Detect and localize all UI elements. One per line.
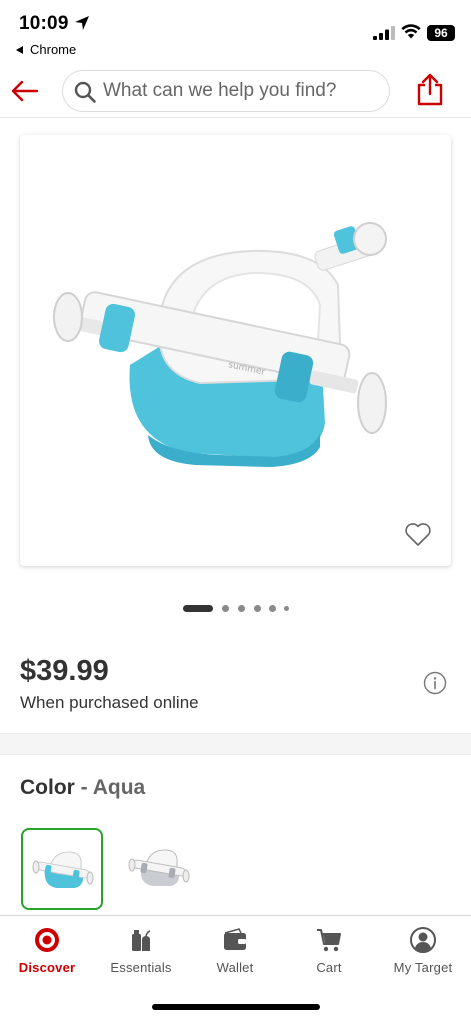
share-icon[interactable] xyxy=(415,72,445,106)
carousel-dot xyxy=(269,605,276,612)
product-image-card[interactable]: summer xyxy=(20,135,451,566)
cart-icon xyxy=(317,929,341,952)
price-note: When purchased online xyxy=(20,693,199,712)
account-icon xyxy=(410,927,436,953)
info-icon[interactable] xyxy=(423,671,447,695)
search-header xyxy=(0,64,471,118)
nav-label-discover: Discover xyxy=(18,960,76,975)
battery-indicator: 96 xyxy=(427,25,455,41)
color-label: Color xyxy=(20,776,75,799)
back-arrow-icon[interactable] xyxy=(10,76,40,106)
nav-discover[interactable]: Discover xyxy=(0,926,94,982)
color-swatch-aqua[interactable] xyxy=(21,828,103,910)
color-separator: - xyxy=(74,776,93,799)
nav-label-essentials: Essentials xyxy=(110,960,172,975)
nav-wallet[interactable]: Wallet xyxy=(188,926,282,982)
status-bar: 10:09 Chrome 96 xyxy=(0,0,471,64)
status-time: 10:09 xyxy=(19,13,69,34)
carousel-dot xyxy=(238,605,245,612)
nav-my-target[interactable]: My Target xyxy=(376,926,470,982)
carousel-dot-active xyxy=(183,605,213,612)
nav-label-wallet: Wallet xyxy=(216,960,254,975)
section-divider xyxy=(0,733,471,755)
wifi-icon xyxy=(401,24,421,39)
nav-label-my-target: My Target xyxy=(393,960,453,975)
search-input[interactable] xyxy=(103,71,383,111)
image-carousel-indicator[interactable] xyxy=(0,604,471,614)
nav-cart[interactable]: Cart xyxy=(282,926,376,982)
back-to-app-link[interactable]: Chrome xyxy=(16,42,76,57)
bottom-navigation: Discover Essentials Wallet Cart My Targe… xyxy=(0,915,471,1020)
target-bullseye-icon xyxy=(35,928,59,952)
favorite-heart-icon[interactable] xyxy=(404,521,432,547)
carousel-dot xyxy=(222,605,229,612)
nav-essentials[interactable]: Essentials xyxy=(94,926,188,982)
color-swatch-gray[interactable] xyxy=(119,828,201,910)
color-heading: Color - Aqua xyxy=(20,776,145,800)
carousel-dot xyxy=(284,606,289,611)
wallet-icon xyxy=(224,928,246,950)
product-price: $39.99 xyxy=(20,655,109,687)
carousel-dot xyxy=(254,605,261,612)
back-app-label: Chrome xyxy=(30,42,77,57)
search-bar[interactable] xyxy=(62,70,390,112)
product-image: summer xyxy=(53,222,387,467)
home-indicator[interactable] xyxy=(152,1004,320,1010)
cellular-signal-icon xyxy=(373,26,395,40)
swatch-gray-image xyxy=(128,849,190,886)
back-triangle-icon xyxy=(16,45,23,54)
swatch-aqua-image xyxy=(32,851,94,888)
color-value: Aqua xyxy=(92,776,146,799)
nav-label-cart: Cart xyxy=(316,960,342,975)
essentials-icon xyxy=(132,930,151,951)
search-icon xyxy=(74,81,96,103)
location-arrow-icon xyxy=(75,16,89,30)
